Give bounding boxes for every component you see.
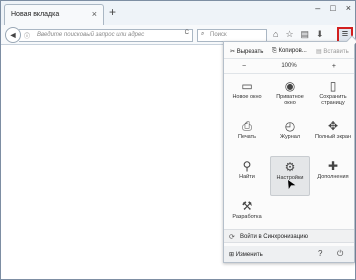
menu-item-label: Журнал xyxy=(279,134,301,140)
search-icon: ⌕ xyxy=(201,31,205,37)
tab-title: Новая вкладка xyxy=(11,11,60,18)
maximize-button[interactable]: □ xyxy=(330,3,335,13)
clock-icon: ◴ xyxy=(284,119,296,133)
puzzle-icon: ✚ xyxy=(327,159,339,173)
url-placeholder: Введите поисковый запрос или адрес xyxy=(37,32,145,38)
printer-icon: ⎙ xyxy=(242,119,252,133)
back-button[interactable]: ◄ xyxy=(5,27,21,43)
menu-item-label: Полный экран xyxy=(314,134,352,140)
url-bar[interactable]: ⓘ Введите поисковый запрос или адрес C xyxy=(19,29,193,42)
fullscreen-item[interactable]: ✥ Полный экран xyxy=(313,116,353,156)
tab-new[interactable]: Новая вкладка × xyxy=(4,4,104,25)
new-tab-button[interactable]: + xyxy=(109,6,116,18)
window-icon: ▭ xyxy=(241,79,253,93)
divider xyxy=(224,58,354,59)
edit-controls: ✂ Вырезать ⎘ Копиров... ▤ Вставить xyxy=(224,44,354,58)
tab-close-icon[interactable]: × xyxy=(92,9,97,19)
new-window-item[interactable]: ▭ Новое окно xyxy=(227,76,267,116)
zoom-reset-button[interactable]: 100% xyxy=(281,63,296,69)
divider xyxy=(224,73,354,74)
wrench-icon: ⚒ xyxy=(241,199,253,213)
menu-item-label: Разработка xyxy=(232,214,262,220)
menu-item-label: Печать xyxy=(237,134,257,140)
menu-item-label: Новое окно xyxy=(232,94,262,100)
save-page-icon: ▯ xyxy=(329,79,337,93)
zoom-controls: − 100% + xyxy=(224,60,354,72)
bookmarks-list-icon[interactable]: ▤ xyxy=(301,29,310,40)
site-info-icon[interactable]: ⓘ xyxy=(24,31,30,40)
menu-item-label: Приватное окно xyxy=(276,94,304,106)
copy-button[interactable]: ⎘ Копиров... xyxy=(266,48,310,55)
find-item[interactable]: ⚲ Найти xyxy=(227,156,267,196)
toolbar-icons: ⌂ ☆ ▤ ⬇ xyxy=(273,29,324,40)
customize-button[interactable]: ⊞ Изменить xyxy=(229,251,263,258)
reload-icon[interactable]: C xyxy=(185,30,189,36)
sync-icon: ⟳ xyxy=(229,234,235,241)
gear-icon: ⚙ xyxy=(284,160,296,174)
paste-button[interactable]: ▤ Вставить xyxy=(310,48,349,55)
menu-item-label: Дополнения xyxy=(317,174,349,180)
quit-icon[interactable]: ⏻ xyxy=(337,249,343,259)
save-page-item[interactable]: ▯ Сохранить страницу xyxy=(313,76,353,116)
bookmark-star-icon[interactable]: ☆ xyxy=(285,29,293,40)
window-controls: – □ × xyxy=(315,3,351,13)
home-icon[interactable]: ⌂ xyxy=(273,29,278,40)
cut-button[interactable]: ✂ Вырезать xyxy=(224,48,266,55)
minimize-button[interactable]: – xyxy=(315,3,320,13)
private-window-item[interactable]: ◉ Приватное окно xyxy=(270,76,310,116)
zoom-in-button[interactable]: + xyxy=(332,63,336,70)
main-menu-panel: ✂ Вырезать ⎘ Копиров... ▤ Вставить − 100… xyxy=(223,35,356,263)
settings-item[interactable]: ⚙ Настройки xyxy=(270,156,310,196)
close-window-button[interactable]: × xyxy=(346,3,351,13)
mask-icon: ◉ xyxy=(284,79,296,93)
panel-footer: ⊞ Изменить ? ⏻ xyxy=(224,246,354,262)
sync-label: Войти в Синхронизацию xyxy=(240,234,309,240)
help-icon[interactable]: ? xyxy=(318,249,322,258)
menu-item-label: Сохранить страницу xyxy=(319,94,347,106)
zoom-out-button[interactable]: − xyxy=(242,63,246,70)
download-icon[interactable]: ⬇ xyxy=(316,29,324,40)
history-item[interactable]: ◴ Журнал xyxy=(270,116,310,156)
addons-item[interactable]: ✚ Дополнения xyxy=(313,156,353,196)
print-item[interactable]: ⎙ Печать xyxy=(227,116,267,156)
browser-window: Новая вкладка × + – □ × ⓘ Введите поиско… xyxy=(0,0,356,280)
search-placeholder: Поиск xyxy=(210,32,227,38)
fullscreen-icon: ✥ xyxy=(327,119,339,133)
sync-signin-button[interactable]: ⟳ Войти в Синхронизацию xyxy=(224,229,354,243)
magnifier-icon: ⚲ xyxy=(242,159,252,173)
menu-item-label: Найти xyxy=(239,174,255,180)
title-bar: Новая вкладка × + – □ × xyxy=(1,1,355,25)
